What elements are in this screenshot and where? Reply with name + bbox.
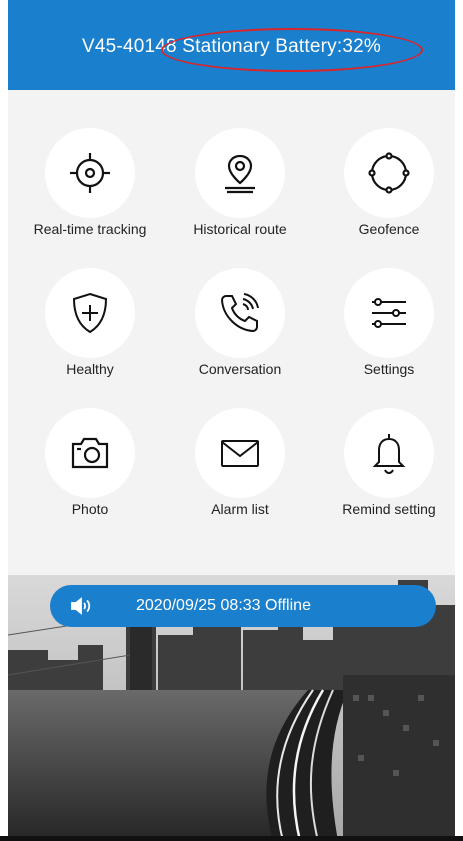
menu-geofence[interactable]: Geofence (319, 128, 455, 258)
bell-icon (372, 434, 406, 475)
menu-label: Alarm list (211, 501, 269, 517)
menu-conversation[interactable]: Conversation (170, 268, 310, 398)
menu-icon-circle (45, 268, 135, 358)
menu-label: Real-time tracking (33, 221, 147, 237)
menu-remind-setting[interactable]: Remind setting (319, 408, 455, 538)
menu-icon-circle (195, 268, 285, 358)
menu-real-time-tracking[interactable]: Real-time tracking (20, 128, 160, 258)
menu-label: Settings (363, 361, 415, 377)
menu-icon-circle (195, 128, 285, 218)
phone-icon (220, 293, 259, 333)
menu-icon-circle (344, 408, 434, 498)
device-status-title: V45-40148 Stationary Battery:32% (82, 36, 381, 57)
menu-historical-route[interactable]: Historical route (170, 128, 310, 258)
menu-label: Geofence (358, 221, 420, 237)
app-frame: V45-40148 Stationary Battery:32% Real-ti… (8, 0, 455, 841)
sliders-icon (372, 298, 406, 328)
device-status-bar[interactable]: 2020/09/25 08:33 Offline (50, 585, 436, 627)
menu-healthy[interactable]: Healthy (20, 268, 160, 398)
menu-label: Photo (71, 501, 109, 517)
bottom-edge (0, 836, 463, 841)
camera-icon (71, 437, 109, 469)
menu-icon-circle (195, 408, 285, 498)
menu-label: Healthy (66, 361, 114, 377)
menu-icon-circle (344, 268, 434, 358)
location-pin-icon (225, 154, 255, 194)
status-text: 2020/09/25 08:33 Offline (136, 597, 311, 614)
geofence-icon (368, 152, 410, 194)
feature-grid: Real-time tracking Historical route Geof… (8, 128, 455, 538)
menu-icon-circle (45, 408, 135, 498)
menu-settings[interactable]: Settings (319, 268, 455, 398)
menu-label: Historical route (193, 221, 287, 237)
menu-label: Conversation (198, 361, 282, 377)
menu-icon-circle (344, 128, 434, 218)
menu-label: Remind setting (342, 501, 436, 517)
menu-alarm-list[interactable]: Alarm list (170, 408, 310, 538)
shield-plus-icon (72, 292, 108, 334)
speaker-icon (71, 597, 91, 615)
header-bar: V45-40148 Stationary Battery:32% (8, 0, 455, 90)
crosshair-icon (70, 153, 110, 193)
menu-photo[interactable]: Photo (20, 408, 160, 538)
menu-icon-circle (45, 128, 135, 218)
envelope-icon (221, 440, 259, 467)
